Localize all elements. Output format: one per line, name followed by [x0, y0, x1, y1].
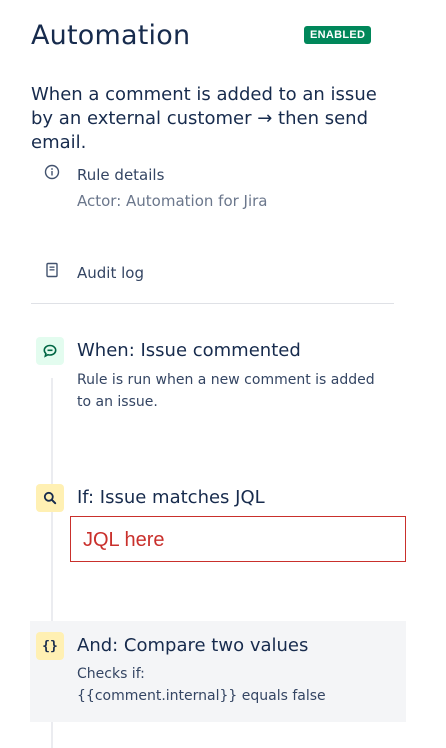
jql-input[interactable]: JQL here — [70, 516, 406, 562]
document-icon — [44, 262, 60, 278]
divider — [31, 303, 394, 304]
rule-details-label: Rule details — [77, 166, 165, 184]
audit-log-link[interactable]: Audit log — [44, 260, 144, 286]
rule-description: When a comment is added to an issue by a… — [31, 84, 377, 153]
trigger-step[interactable]: When: Issue commented Rule is run when a… — [36, 337, 408, 417]
step-description: Checks if: {{comment.internal}} equals f… — [77, 663, 377, 707]
comment-icon — [36, 337, 64, 365]
step-title: When: Issue commented — [77, 340, 301, 361]
header: Automation ENABLED — [31, 20, 391, 60]
condition-step-compare[interactable]: {} And: Compare two values Checks if: {{… — [36, 632, 408, 712]
step-title: And: Compare two values — [77, 635, 309, 656]
info-icon — [44, 164, 60, 180]
step-description-line: {{comment.internal}} equals false — [77, 688, 326, 704]
rule-details-link[interactable]: Rule details Actor: Automation for Jira — [44, 162, 268, 214]
search-icon — [36, 484, 64, 512]
braces-icon: {} — [36, 632, 64, 660]
page-title: Automation — [31, 20, 191, 51]
step-description-line: Checks if: — [77, 666, 145, 682]
status-badge: ENABLED — [304, 26, 372, 44]
step-description: Rule is run when a new comment is added … — [77, 372, 375, 410]
actor-label: Actor: Automation for Jira — [77, 192, 268, 210]
audit-log-label: Audit log — [77, 264, 144, 282]
condition-step-jql[interactable]: If: Issue matches JQL — [36, 484, 408, 516]
step-title: If: Issue matches JQL — [77, 487, 265, 508]
